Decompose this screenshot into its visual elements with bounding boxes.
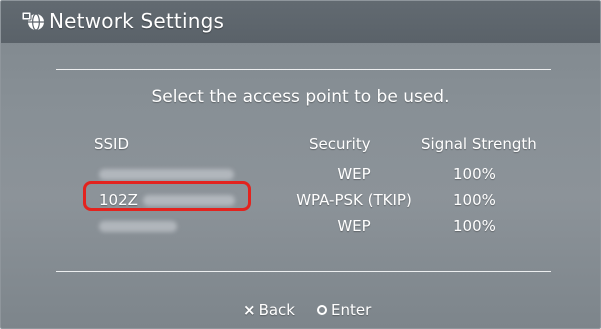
column-header-signal-strength: Signal Strength (421, 135, 537, 153)
selection-highlight-box (83, 181, 251, 211)
cross-button-icon: × (243, 301, 256, 319)
obscured-ssid (99, 169, 234, 180)
signal-strength-value: 100% (453, 191, 496, 209)
obscured-ssid (99, 221, 177, 232)
column-header-ssid: SSID (94, 135, 130, 153)
circle-button-icon (317, 305, 327, 315)
enter-button[interactable]: Enter (317, 301, 371, 319)
instruction-text: Select the access point to be used. (151, 87, 450, 107)
divider-top (56, 69, 551, 70)
security-value: WPA-PSK (TKIP) (296, 191, 412, 209)
network-settings-icon (21, 11, 44, 31)
divider-bottom (56, 271, 551, 272)
title-bar: Network Settings (1, 1, 600, 43)
back-label: Back (258, 301, 295, 319)
window-title: Network Settings (49, 9, 225, 33)
enter-label: Enter (331, 301, 372, 319)
network-settings-screen: Network Settings Select the access point… (0, 0, 601, 329)
signal-strength-value: 100% (453, 165, 496, 183)
footer-controls: × Back Enter (1, 301, 600, 323)
back-button[interactable]: × Back (243, 301, 295, 319)
signal-strength-value: 100% (453, 217, 496, 235)
column-header-security: Security (309, 135, 371, 153)
security-value: WEP (337, 217, 371, 235)
security-value: WEP (337, 165, 371, 183)
